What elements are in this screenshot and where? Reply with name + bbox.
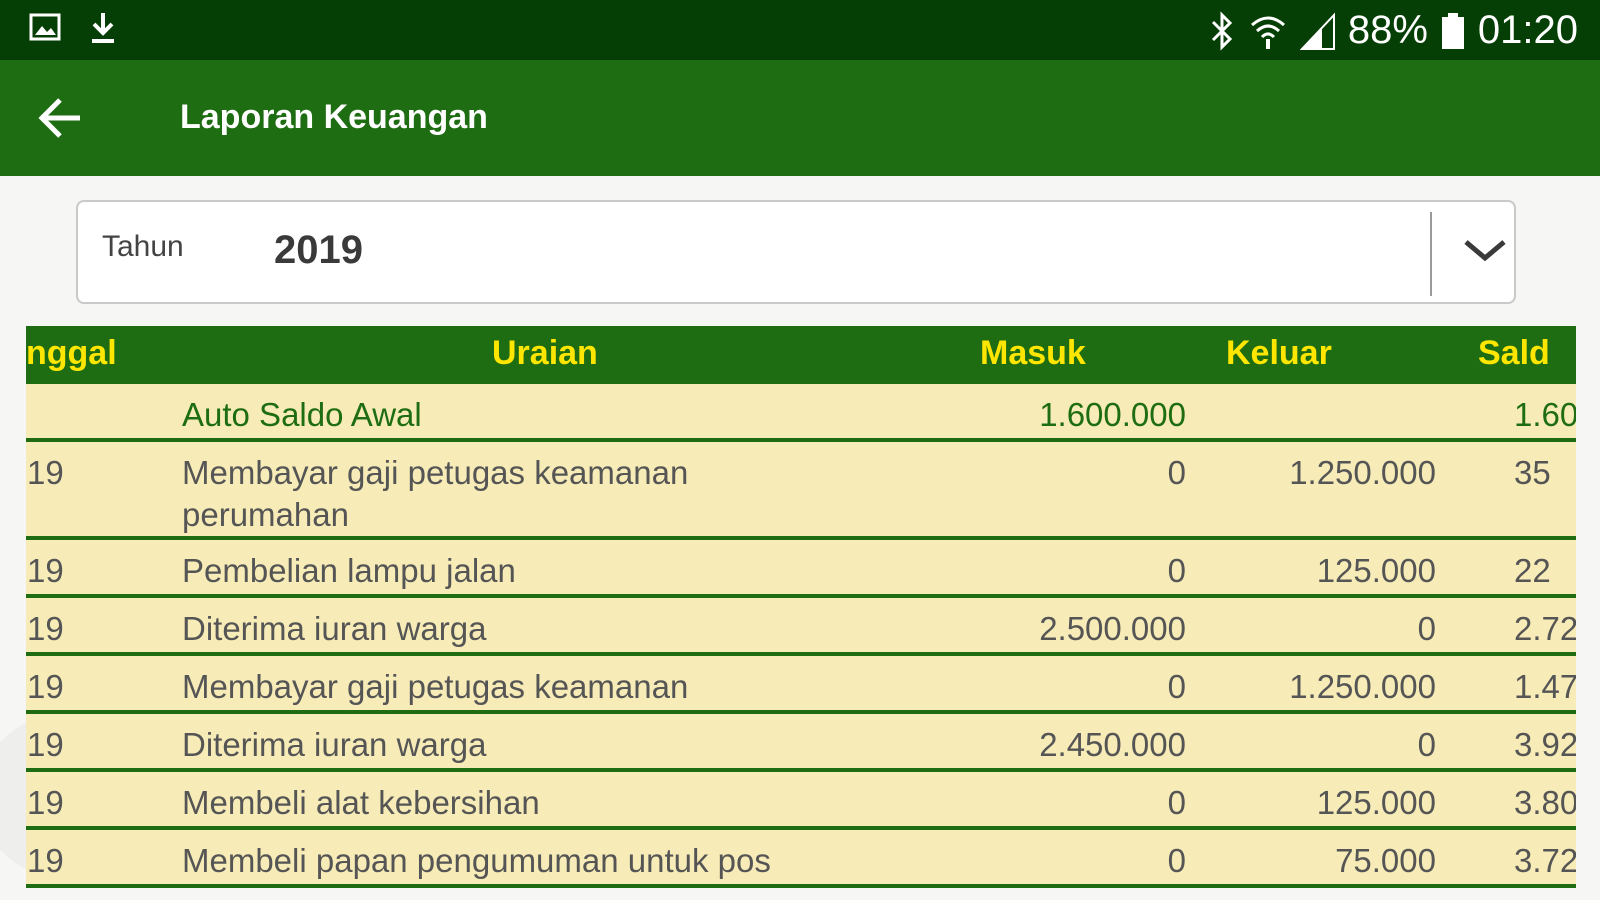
- cell-out: 0: [1417, 726, 1436, 763]
- header-in: Masuk: [980, 334, 1086, 372]
- cell-balance: 3.92: [1514, 726, 1576, 763]
- table-row[interactable]: -19 Membeli papan pengumuman untuk pos 0…: [26, 830, 1576, 888]
- cell-description: Membeli alat kebersihan: [182, 784, 540, 821]
- cell-description: Membeli papan pengumuman untuk pos: [182, 842, 771, 879]
- app-bar: Laporan Keuangan: [0, 60, 1600, 176]
- cell-in: 2.450.000: [1039, 726, 1186, 763]
- table-row[interactable]: -19 Membayar gaji petugas keamanan perum…: [26, 442, 1576, 540]
- table-row[interactable]: -19 Pembelian lampu jalan 0 125.000 22: [26, 540, 1576, 598]
- table-row[interactable]: -19 Membayar gaji petugas keamanan 0 1.2…: [26, 656, 1576, 714]
- back-button[interactable]: [36, 96, 84, 140]
- cell-balance: 2.72: [1514, 610, 1576, 647]
- cell-date: -19: [26, 552, 64, 589]
- page-title: Laporan Keuangan: [180, 98, 488, 136]
- cell-in: 0: [1167, 668, 1186, 705]
- cell-description-line2: perumahan: [182, 496, 349, 533]
- cell-out: 1.250.000: [1289, 454, 1436, 491]
- cell-date: -19: [26, 610, 64, 647]
- cell-date: -19: [26, 842, 64, 879]
- download-icon: [92, 13, 114, 43]
- bluetooth-icon: [1211, 10, 1232, 51]
- cell-balance: 3.80: [1514, 784, 1576, 821]
- arrow-left-icon: [38, 98, 80, 138]
- header-description: Uraian: [492, 334, 598, 372]
- cell-out: 0: [1417, 610, 1436, 647]
- battery-icon: [1441, 12, 1464, 49]
- table-row[interactable]: -19 Diterima iuran warga 2.500.000 0 2.7…: [26, 598, 1576, 656]
- cell-in: 0: [1167, 454, 1186, 491]
- cell-out: 1.250.000: [1289, 668, 1436, 705]
- header-balance: Sald: [1478, 334, 1550, 372]
- cell-date: -19: [26, 668, 64, 705]
- cell-in: 2.500.000: [1039, 610, 1186, 647]
- header-out: Keluar: [1226, 334, 1332, 372]
- cell-date: -19: [26, 454, 64, 491]
- cell-description: Membayar gaji petugas keamanan: [182, 454, 689, 491]
- cell-date: -19: [26, 784, 64, 821]
- header-date: nggal: [26, 334, 117, 372]
- cell-description: Diterima iuran warga: [182, 610, 487, 647]
- cell-in: 0: [1167, 784, 1186, 821]
- chevron-down-icon[interactable]: [1460, 236, 1510, 266]
- cell-in: 0: [1167, 552, 1186, 589]
- year-value: 2019: [274, 228, 363, 272]
- cell-balance: 35: [1514, 454, 1551, 491]
- cell-out: 75.000: [1335, 842, 1436, 879]
- wifi-icon: [1250, 16, 1285, 49]
- cell-balance: 22: [1514, 552, 1551, 589]
- cell-description: Membayar gaji petugas keamanan: [182, 668, 689, 705]
- table-header: nggal Uraian Masuk Keluar Sald: [26, 326, 1576, 384]
- signal-icon: [1299, 11, 1335, 50]
- cell-out: 125.000: [1316, 784, 1436, 821]
- status-bar: 88% 01:20: [0, 0, 1600, 60]
- finance-table[interactable]: nggal Uraian Masuk Keluar Sald Auto Sald…: [26, 326, 1576, 900]
- table-row[interactable]: -19 Diterima iuran warga 2.450.000 0 3.9…: [26, 714, 1576, 772]
- clock: 01:20: [1477, 8, 1578, 52]
- dropdown-divider: [1430, 212, 1432, 296]
- cell-balance: 1.60: [1514, 396, 1576, 433]
- table-row[interactable]: -19 Membeli alat kebersihan 0 125.000 3.…: [26, 772, 1576, 830]
- cell-description: Pembelian lampu jalan: [182, 552, 516, 589]
- cell-description: Auto Saldo Awal: [182, 396, 422, 433]
- cell-description: Diterima iuran warga: [182, 726, 487, 763]
- cell-in: 0: [1167, 842, 1186, 879]
- image-notification-icon: [29, 13, 61, 41]
- year-dropdown[interactable]: Tahun 2019: [76, 200, 1516, 304]
- cell-date: -19: [26, 726, 64, 763]
- battery-percentage: 88%: [1347, 8, 1428, 52]
- cell-out: 125.000: [1316, 552, 1436, 589]
- cell-balance: 1.47: [1514, 668, 1576, 705]
- table-row[interactable]: Auto Saldo Awal 1.600.000 1.60: [26, 384, 1576, 442]
- year-label: Tahun: [102, 230, 184, 263]
- cell-in: 1.600.000: [1039, 396, 1186, 433]
- cell-balance: 3.72: [1514, 842, 1576, 879]
